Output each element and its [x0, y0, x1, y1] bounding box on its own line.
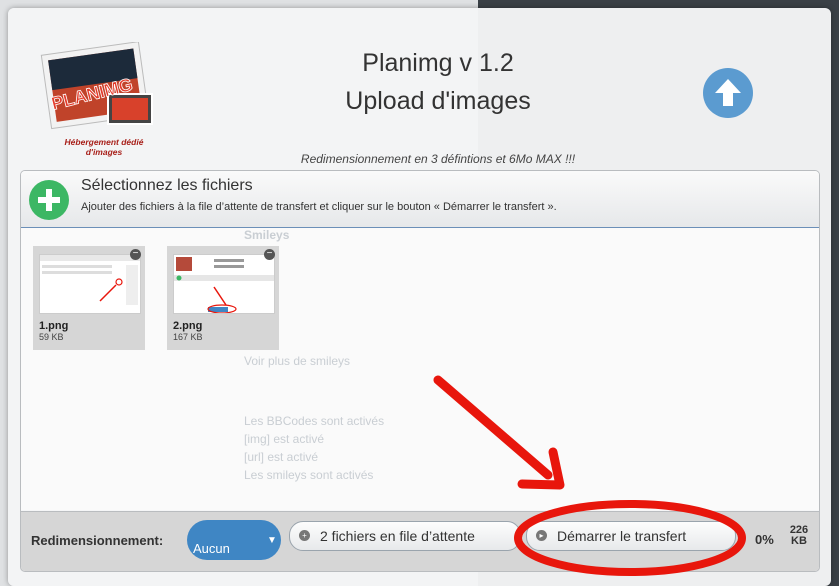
resize-label: Redimensionnement:	[31, 533, 164, 548]
arrow-up-icon	[715, 79, 741, 106]
select-files-description: Ajouter des fichiers à la file d’attente…	[81, 201, 557, 213]
resize-select[interactable]: Aucun ▼	[187, 520, 281, 560]
file-preview-1	[39, 254, 141, 314]
app-title: Planimg v 1.2 Upload d'images	[298, 44, 578, 120]
more-smileys-link: Voir plus de smileys	[244, 354, 351, 368]
bbcode-line-3: [url] est activé	[244, 450, 319, 464]
resize-select-value: Aucun	[193, 541, 230, 556]
queue-status-label: 2 fichiers en file d’attente	[320, 528, 475, 544]
remove-file-icon[interactable]: −	[130, 249, 141, 260]
subtitle: Redimensionnement en 3 défintions et 6Mo…	[300, 152, 576, 166]
file-thumb-2[interactable]: − 2.png 167 KB	[167, 246, 279, 350]
app-title-line-1: Planimg v 1.2	[362, 49, 514, 77]
app-title-line-2: Upload d'images	[345, 87, 531, 115]
uploader-box: Sélectionnez les fichiers Ajouter des fi…	[20, 170, 820, 572]
upload-percent: 0%	[755, 532, 774, 547]
file-name: 1.png	[39, 320, 69, 332]
total-size: 226 KB	[786, 525, 812, 547]
chevron-down-icon: ▼	[267, 535, 277, 546]
file-thumb-1[interactable]: − 1.png 59 KB	[33, 246, 145, 350]
total-size-unit: KB	[791, 535, 807, 547]
file-size: 167 KB	[173, 332, 203, 342]
logo-tagline-2: d'images	[86, 147, 123, 157]
file-preview-2	[173, 254, 275, 314]
upload-popup: PLANIMG Hébergement dédié d'images Plani…	[8, 8, 831, 586]
remove-file-icon[interactable]: −	[264, 249, 275, 260]
plus-dot-icon: +	[299, 530, 310, 541]
start-transfer-label: Démarrer le transfert	[557, 528, 687, 544]
arrow-dot-icon: ▸	[536, 530, 547, 541]
bbcode-line-4: Les smileys sont activés	[244, 468, 374, 482]
file-list: − 1.png 59 KB − 2.png 167 KB	[21, 228, 819, 510]
bbcode-line-1: Les BBCodes sont activés	[244, 414, 385, 428]
queue-status-button[interactable]: + 2 fichiers en file d’attente	[289, 521, 521, 551]
bbcode-line-2: [img] est activé	[244, 432, 325, 446]
planimg-logo: PLANIMG Hébergement dédié d'images	[40, 42, 153, 157]
select-files-title[interactable]: Sélectionnez les fichiers	[81, 177, 253, 195]
start-transfer-button[interactable]: ▸ Démarrer le transfert	[526, 521, 736, 551]
plus-icon	[38, 189, 60, 211]
file-name: 2.png	[173, 320, 203, 332]
smileys-heading: Smileys	[244, 228, 290, 242]
upload-icon[interactable]	[703, 68, 753, 118]
uploader-footer: Redimensionnement: Aucun ▼ + 2 fichiers …	[21, 511, 819, 571]
logo-tagline-1: Hébergement dédié	[65, 137, 144, 147]
file-size: 59 KB	[39, 332, 64, 342]
add-files-icon[interactable]	[29, 180, 69, 220]
uploader-header: Sélectionnez les fichiers Ajouter des fi…	[21, 171, 819, 228]
